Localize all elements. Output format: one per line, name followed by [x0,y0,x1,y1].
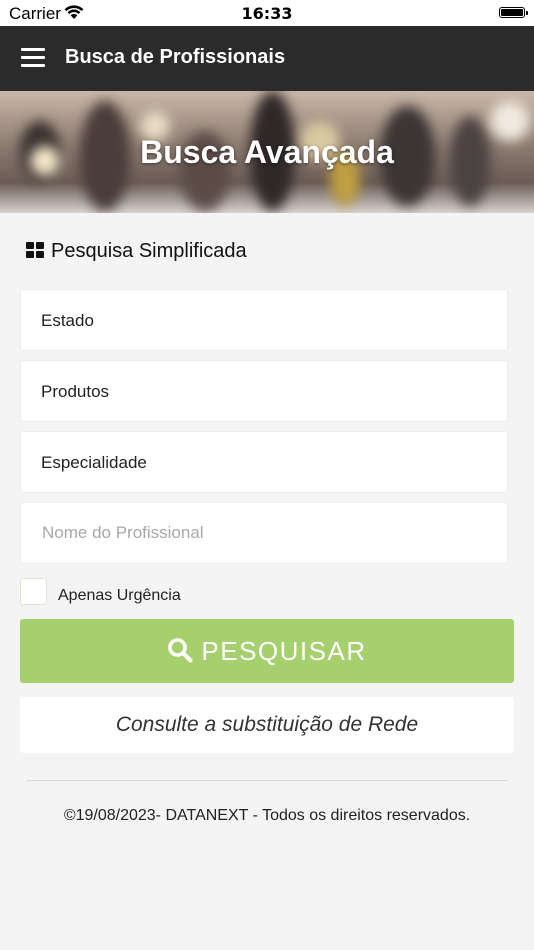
produtos-select[interactable]: Produtos [20,360,508,422]
especialidade-label: Especialidade [41,453,147,472]
urgencia-label: Apenas Urgência [58,587,181,604]
footer-divider [26,780,508,781]
clock-time: 16:33 [241,4,293,23]
search-button[interactable]: PESQUISAR [20,619,514,683]
substituicao-rede-button[interactable]: Consulte a substituição de Rede [20,697,514,753]
battery-icon [499,7,528,18]
search-icon [168,638,193,663]
nome-profissional-input[interactable] [21,503,507,563]
especialidade-select[interactable]: Especialidade [20,431,508,493]
banner-title: Busca Avançada [140,134,394,170]
substituicao-rede-label: Consulte a substituição de Rede [115,713,419,736]
estado-label: Estado [41,311,94,330]
nome-profissional-field [20,502,508,564]
estado-select[interactable]: Estado [20,289,508,351]
page-title: Busca de Profissionais [65,46,286,68]
urgencia-checkbox[interactable] [20,578,47,605]
search-button-label: PESQUISAR [201,636,367,666]
grid-icon [26,242,45,260]
top-navbar: Busca de Profissionais [0,26,534,91]
footer-copyright: ©19/08/2023- DATANEXT - Todos os direito… [63,807,471,824]
produtos-label: Produtos [41,382,110,401]
hamburger-menu-icon[interactable] [21,48,45,68]
status-bar: Carrier 16:33 [0,0,534,26]
section-title: Pesquisa Simplificada [51,240,247,262]
header-banner: Busca Avançada [0,91,534,213]
